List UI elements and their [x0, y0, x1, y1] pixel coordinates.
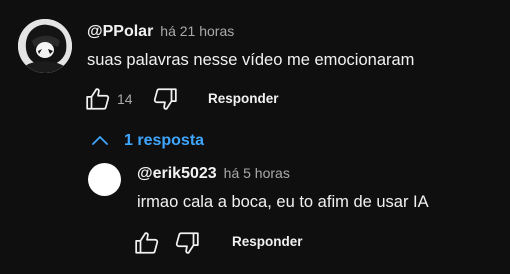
- reply-reply-button[interactable]: Responder: [232, 234, 303, 249]
- reply-time[interactable]: há 5 horas: [224, 165, 290, 181]
- like-button[interactable]: [85, 86, 111, 112]
- replies-toggle-label: 1 resposta: [124, 132, 205, 149]
- comment-time[interactable]: há 21 horas: [160, 23, 234, 39]
- thumbs-up-icon: [86, 88, 110, 110]
- reply-like-button[interactable]: [134, 230, 160, 256]
- comment-author[interactable]: @PPolar: [87, 23, 153, 41]
- reply-author[interactable]: @erik5023: [137, 165, 217, 183]
- reply-header: @erik5023 há 5 horas: [137, 165, 290, 183]
- reply-button[interactable]: Responder: [208, 91, 279, 106]
- thumbs-down-icon: [153, 88, 177, 110]
- reply-avatar[interactable]: [88, 163, 121, 196]
- avatar-image: [18, 19, 72, 73]
- chevron-up-icon: [92, 136, 108, 145]
- comment-header: @PPolar há 21 horas: [87, 23, 234, 41]
- thumbs-up-icon: [135, 232, 159, 254]
- avatar[interactable]: [18, 19, 72, 73]
- comment-text: suas palavras nesse vídeo me emocionaram: [87, 51, 415, 69]
- like-count: 14: [117, 91, 133, 107]
- dislike-button[interactable]: [152, 86, 178, 112]
- thumbs-down-icon: [175, 232, 199, 254]
- reply-dislike-button[interactable]: [174, 230, 200, 256]
- replies-toggle[interactable]: 1 resposta: [90, 129, 204, 153]
- reply-text: irmao cala a boca, eu to afim de usar IA: [137, 193, 429, 211]
